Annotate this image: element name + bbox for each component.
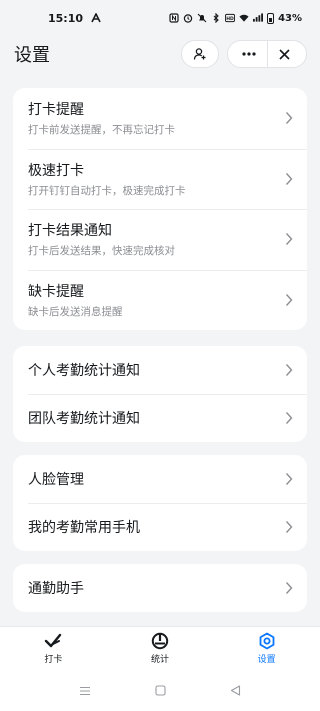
system-nav-bar [0, 670, 320, 711]
row-text: 缺卡提醒 缺卡后发送消息提醒 [28, 281, 123, 319]
add-person-icon [193, 48, 206, 60]
page-title: 设置 [14, 45, 50, 66]
wifi-icon [239, 13, 249, 23]
list-item-punch-reminder[interactable]: 打卡提醒 打卡前发送提醒，不再忘记打卡 [13, 88, 307, 149]
list-item-missing-punch-reminder[interactable]: 缺卡提醒 缺卡后发送消息提醒 [13, 269, 307, 331]
chevron-right-icon [285, 582, 293, 594]
row-title: 缺卡提醒 [28, 283, 84, 300]
svg-text:HD: HD [226, 16, 234, 22]
menu-icon[interactable] [79, 686, 91, 696]
add-member-button[interactable] [181, 40, 219, 68]
bluetooth-icon [211, 13, 221, 23]
list-item-commute-assistant[interactable]: 通勤助手 [13, 564, 307, 612]
bottom-tab-bar: 打卡 统计 设置 [0, 626, 320, 670]
signal-icon [253, 13, 264, 23]
row-title: 个人考勤统计通知 [28, 363, 140, 379]
list-item-personal-stats-notice[interactable]: 个人考勤统计通知 [13, 346, 307, 394]
commute-card: 通勤助手 [13, 564, 307, 612]
mini-program-capsule [227, 40, 307, 68]
row-subtitle: 缺卡后发送消息提醒 [28, 305, 123, 318]
header-actions [181, 40, 307, 68]
list-item-face-management[interactable]: 人脸管理 [13, 455, 307, 503]
home-icon[interactable] [155, 685, 166, 696]
hd-icon: HD [225, 13, 236, 23]
row-title: 团队考勤统计通知 [28, 411, 140, 427]
close-button[interactable] [268, 41, 303, 67]
row-title: 通勤助手 [28, 581, 84, 597]
gear-icon [259, 632, 275, 650]
mute-icon [197, 13, 207, 23]
chevron-right-icon [285, 473, 293, 485]
back-icon[interactable] [230, 685, 241, 696]
row-subtitle: 打开钉钉自动打卡，极速完成打卡 [28, 184, 186, 197]
row-text: 打卡提醒 打卡前发送提醒，不再忘记打卡 [28, 99, 175, 137]
more-button[interactable] [232, 41, 267, 67]
row-title: 打卡提醒 [28, 102, 84, 119]
row-title: 打卡结果通知 [28, 223, 112, 240]
chevron-right-icon [285, 521, 293, 533]
statistics-notice-card: 个人考勤统计通知 团队考勤统计通知 [13, 346, 307, 442]
status-left: 15:10 [48, 12, 101, 25]
chevron-right-icon [285, 172, 293, 185]
stats-icon [151, 632, 169, 650]
row-subtitle: 打卡后发送结果，快速完成核对 [28, 245, 175, 258]
header: 设置 [0, 36, 320, 72]
status-time: 15:10 [48, 11, 84, 25]
list-item-fast-punch[interactable]: 极速打卡 打开钉钉自动打卡，极速完成打卡 [13, 148, 307, 210]
app-notification-icon [91, 13, 101, 23]
more-dots-icon [242, 52, 256, 56]
status-bar: 15:10 HD 43% [0, 0, 320, 36]
list-item-team-stats-notice[interactable]: 团队考勤统计通知 [13, 394, 307, 442]
chevron-right-icon [285, 364, 293, 376]
row-title: 人脸管理 [28, 472, 84, 488]
close-icon [279, 48, 290, 60]
row-title: 我的考勤常用手机 [28, 520, 140, 536]
chevron-right-icon [285, 293, 293, 306]
row-subtitle: 打卡前发送提醒，不再忘记打卡 [28, 124, 175, 137]
row-text: 极速打卡 打开钉钉自动打卡，极速完成打卡 [28, 160, 186, 198]
reminder-settings-card: 打卡提醒 打卡前发送提醒，不再忘记打卡 极速打卡 打开钉钉自动打卡，极速完成打卡… [13, 88, 307, 330]
tab-punch[interactable]: 打卡 [0, 627, 107, 670]
tab-label: 设置 [257, 655, 276, 665]
tab-stats[interactable]: 统计 [107, 627, 214, 670]
device-settings-card: 人脸管理 我的考勤常用手机 [13, 455, 307, 551]
row-text: 打卡结果通知 打卡后发送结果，快速完成核对 [28, 220, 175, 258]
battery-icon [267, 12, 275, 24]
tab-settings[interactable]: 设置 [213, 627, 320, 670]
alarm-icon [183, 13, 193, 23]
nfc-icon [169, 13, 179, 23]
chevron-right-icon [285, 233, 293, 246]
tab-label: 打卡 [44, 655, 63, 665]
chevron-right-icon [285, 112, 293, 125]
battery-percent: 43% [278, 12, 302, 24]
list-item-punch-result-notice[interactable]: 打卡结果通知 打卡后发送结果，快速完成核对 [13, 209, 307, 270]
check-icon [45, 633, 62, 648]
tab-label: 统计 [151, 655, 170, 665]
list-item-common-phone[interactable]: 我的考勤常用手机 [13, 503, 307, 551]
row-title: 极速打卡 [28, 162, 84, 179]
chevron-right-icon [285, 412, 293, 424]
status-right: HD 43% [169, 12, 302, 24]
